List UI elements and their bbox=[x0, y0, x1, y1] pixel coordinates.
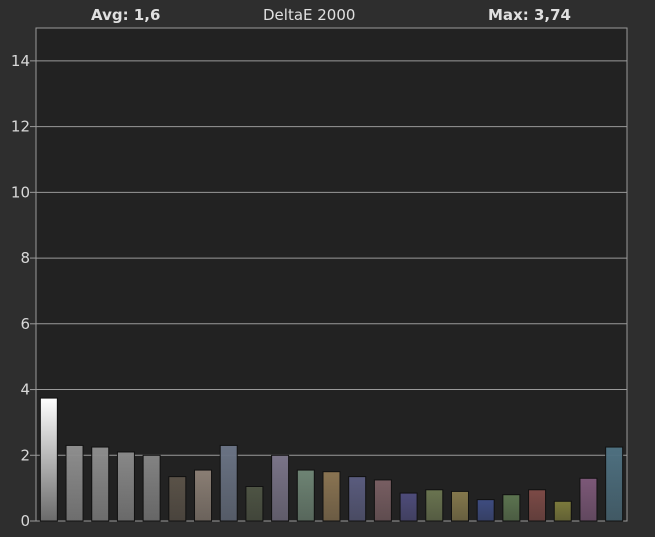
deltae-bar-chart: 0 2 4 6 8 10 12 14 bbox=[11, 27, 628, 530]
bar bbox=[296, 469, 315, 522]
bar bbox=[579, 477, 598, 522]
y-tick-label: 14 bbox=[11, 52, 30, 70]
bar bbox=[271, 454, 290, 522]
y-tick-label: 6 bbox=[20, 315, 30, 333]
y-tick-label: 2 bbox=[20, 446, 30, 464]
chart-container: Avg: 1,6 DeltaE 2000 Max: 3,74 0 2 4 6 8 10 12… bbox=[0, 0, 655, 537]
bar bbox=[142, 454, 161, 522]
bar bbox=[528, 489, 547, 522]
bar bbox=[605, 446, 624, 522]
bar bbox=[39, 397, 58, 522]
bar bbox=[322, 471, 341, 522]
bar bbox=[194, 469, 213, 522]
bar bbox=[168, 476, 187, 522]
y-tick-label: 10 bbox=[11, 183, 30, 201]
bar bbox=[450, 490, 469, 522]
bar bbox=[219, 444, 238, 522]
bar bbox=[116, 451, 135, 522]
bar bbox=[245, 485, 264, 522]
y-tick-label: 0 bbox=[20, 512, 30, 530]
bar bbox=[373, 479, 392, 522]
y-tick-label: 8 bbox=[20, 249, 30, 267]
bar bbox=[65, 444, 84, 522]
bar bbox=[348, 476, 367, 522]
y-tick-label: 4 bbox=[20, 381, 30, 399]
bar bbox=[399, 492, 418, 522]
bar bbox=[425, 489, 444, 522]
bar bbox=[476, 499, 495, 522]
plot-area bbox=[36, 28, 627, 521]
bar bbox=[553, 500, 572, 522]
bar bbox=[502, 494, 521, 522]
bar bbox=[91, 446, 110, 522]
y-tick-label: 12 bbox=[11, 118, 30, 136]
